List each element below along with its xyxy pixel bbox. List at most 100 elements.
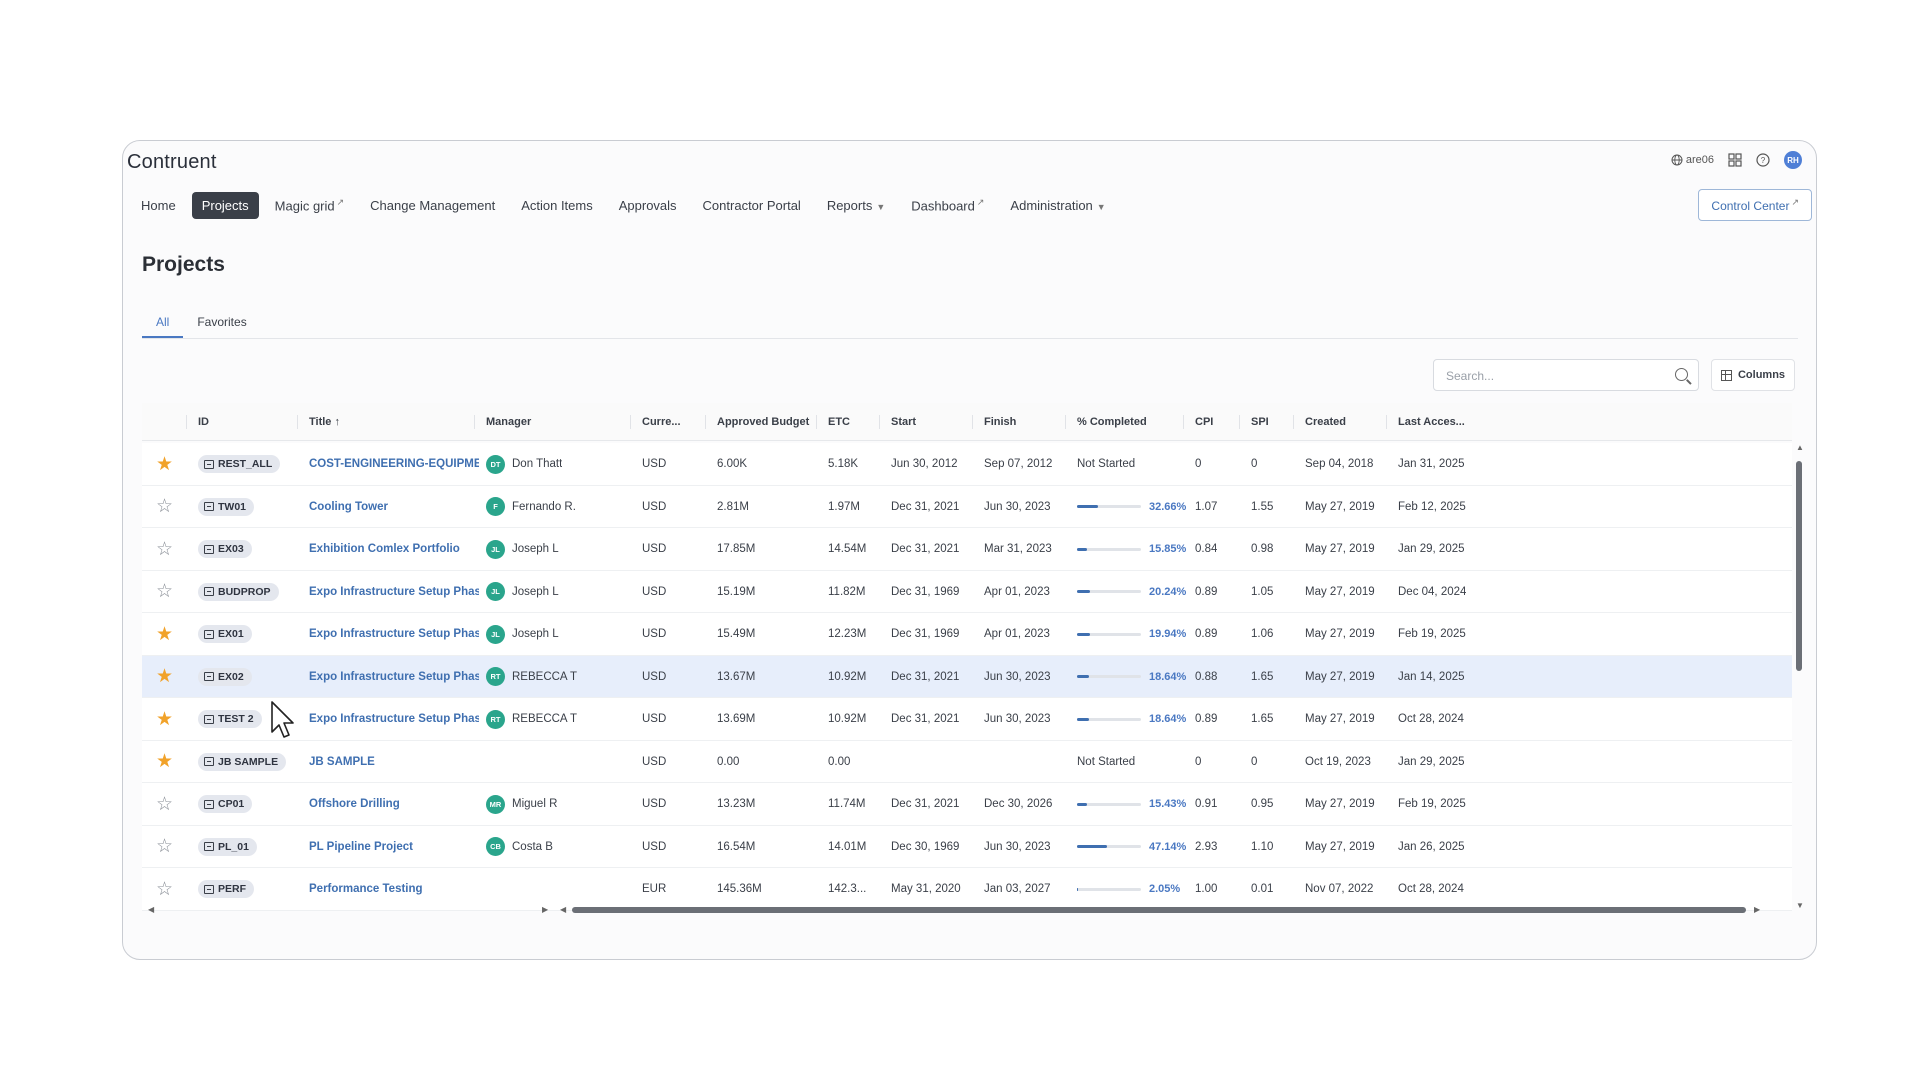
nav-item-change-management[interactable]: Change Management — [360, 192, 505, 219]
project-title-link[interactable]: Exhibition Comlex Portfolio — [309, 543, 460, 555]
project-id-badge[interactable]: EX02 — [198, 667, 252, 686]
vertical-scroll-thumb[interactable] — [1796, 461, 1802, 671]
column-header-12[interactable]: Last Acces... — [1398, 416, 1465, 428]
pinned-scroll-left-icon[interactable]: ◀ — [148, 905, 154, 914]
column-separator[interactable] — [186, 415, 187, 429]
column-separator[interactable] — [474, 415, 475, 429]
table-row[interactable]: ★ EX02 Expo Infrastructure Setup Phas... RT… — [142, 655, 1792, 698]
nav-item-home[interactable]: Home — [131, 192, 186, 219]
table-row[interactable]: ☆ BUDPROP Expo Infrastructure Setup Phas..… — [142, 570, 1792, 613]
project-title-link[interactable]: PL Pipeline Project — [309, 841, 413, 853]
column-header-0[interactable]: ID — [198, 416, 209, 428]
column-separator[interactable] — [879, 415, 880, 429]
control-center-button[interactable]: Control Center ↗ — [1698, 189, 1812, 221]
column-header-10[interactable]: SPI — [1251, 416, 1269, 428]
search-icon[interactable] — [1675, 368, 1688, 381]
nav-item-magic-grid[interactable]: Magic grid ↗ — [265, 191, 355, 219]
nav-item-dashboard[interactable]: Dashboard ↗ — [901, 191, 994, 219]
project-title-link[interactable]: Expo Infrastructure Setup Phas... — [309, 671, 479, 683]
column-header-8[interactable]: % Completed — [1077, 416, 1147, 428]
region-selector[interactable]: are06 — [1671, 154, 1714, 166]
tab-favorites[interactable]: Favorites — [183, 309, 260, 338]
project-id-badge[interactable]: JB SAMPLE — [198, 752, 287, 771]
nav-item-contractor-portal[interactable]: Contractor Portal — [693, 192, 811, 219]
star-filled-icon[interactable]: ★ — [156, 750, 173, 773]
project-id-badge[interactable]: REST_ALL — [198, 455, 281, 473]
columns-button[interactable]: Columns — [1711, 359, 1795, 391]
project-id-badge[interactable]: TEST 2 — [198, 710, 262, 728]
pinned-scroll-right-icon[interactable]: ▶ — [542, 905, 548, 914]
column-separator[interactable] — [816, 415, 817, 429]
search-input[interactable]: Search... — [1433, 359, 1699, 391]
table-row[interactable]: ★ REST_ALL COST-ENGINEERING-EQUIPME... DT Do… — [142, 443, 1792, 486]
horizontal-scroll-thumb[interactable] — [572, 907, 1746, 913]
project-title-link[interactable]: COST-ENGINEERING-EQUIPME... — [309, 458, 479, 470]
user-avatar[interactable]: RH — [1784, 151, 1802, 169]
tab-all[interactable]: All — [142, 309, 184, 338]
star-filled-icon[interactable]: ★ — [156, 665, 173, 688]
column-separator[interactable] — [297, 415, 298, 429]
column-separator[interactable] — [630, 415, 631, 429]
horizontal-scrollbar[interactable]: ◀ ▶ ◀ ▶ — [142, 903, 1800, 917]
column-separator[interactable] — [972, 415, 973, 429]
project-title-link[interactable]: Cooling Tower — [309, 501, 388, 513]
table-row[interactable]: ☆ EX03 Exhibition Comlex Portfolio JL Joseph… — [142, 528, 1792, 571]
project-id-badge[interactable]: PL_01 — [198, 837, 257, 856]
nav-item-action-items[interactable]: Action Items — [511, 192, 603, 219]
project-title-link[interactable]: Expo Infrastructure Setup Phas... — [309, 713, 479, 725]
help-icon[interactable]: ? — [1756, 153, 1770, 167]
star-outline-icon[interactable]: ☆ — [156, 878, 173, 901]
project-id-badge[interactable]: CP01 — [198, 795, 253, 813]
column-header-5[interactable]: ETC — [828, 416, 850, 428]
table-row[interactable]: ★ TEST 2 Expo Infrastructure Setup Phas...… — [142, 698, 1792, 741]
table-row[interactable]: ★ JB SAMPLE JB SAMPLE USD 0.00 0.00 Not Starte… — [142, 740, 1792, 783]
column-header-2[interactable]: Manager — [486, 416, 531, 428]
column-separator[interactable] — [1386, 415, 1387, 429]
scroll-up-icon[interactable]: ▲ — [1796, 443, 1804, 452]
sort-ascending-icon[interactable]: ↑ — [331, 416, 340, 428]
project-id-badge[interactable]: PERF — [198, 880, 255, 898]
column-separator[interactable] — [1239, 415, 1240, 429]
table-row[interactable]: ☆ CP01 Offshore Drilling MR Miguel R USD 13.23… — [142, 783, 1792, 826]
project-id-badge[interactable]: TW01 — [198, 497, 255, 516]
star-outline-icon[interactable]: ☆ — [156, 580, 173, 603]
star-outline-icon[interactable]: ☆ — [156, 793, 173, 816]
project-title-link[interactable]: JB SAMPLE — [309, 756, 375, 768]
project-id-badge[interactable]: BUDPROP — [198, 582, 279, 601]
app-logo[interactable]: Contruent — [127, 151, 217, 174]
column-separator[interactable] — [1065, 415, 1066, 429]
project-title-link[interactable]: Expo Infrastructure Setup Phas... — [309, 628, 479, 640]
vertical-scrollbar[interactable]: ▲ ▼ — [1796, 443, 1804, 913]
star-outline-icon[interactable]: ☆ — [156, 538, 173, 561]
column-header-11[interactable]: Created — [1305, 416, 1346, 428]
project-id-badge[interactable]: EX03 — [198, 540, 252, 558]
column-header-6[interactable]: Start — [891, 416, 916, 428]
column-separator[interactable] — [705, 415, 706, 429]
scroll-right-icon[interactable]: ▶ — [1754, 905, 1760, 914]
column-header-1[interactable]: Title ↑ — [309, 416, 340, 428]
table-row[interactable]: ☆ PL_01 PL Pipeline Project CB Costa B USD 16.… — [142, 825, 1792, 868]
apps-grid-icon[interactable] — [1728, 153, 1742, 167]
column-separator[interactable] — [1293, 415, 1294, 429]
project-title-link[interactable]: Offshore Drilling — [309, 798, 400, 810]
nav-item-projects[interactable]: Projects — [191, 191, 259, 219]
column-separator[interactable] — [1183, 415, 1184, 429]
star-filled-icon[interactable]: ★ — [156, 623, 173, 646]
nav-item-administration[interactable]: Administration ▼ — [1000, 192, 1115, 219]
nav-item-reports[interactable]: Reports ▼ — [817, 192, 895, 219]
star-outline-icon[interactable]: ☆ — [156, 835, 173, 858]
table-row[interactable]: ★ EX01 Expo Infrastructure Setup Phas... JL… — [142, 613, 1792, 656]
star-outline-icon[interactable]: ☆ — [156, 495, 173, 518]
column-header-7[interactable]: Finish — [984, 416, 1016, 428]
star-filled-icon[interactable]: ★ — [156, 708, 173, 731]
project-title-link[interactable]: Performance Testing — [309, 883, 423, 895]
column-header-9[interactable]: CPI — [1195, 416, 1213, 428]
star-filled-icon[interactable]: ★ — [156, 453, 173, 476]
project-title-link[interactable]: Expo Infrastructure Setup Phas... — [309, 586, 479, 598]
column-header-4[interactable]: Approved Budget — [717, 416, 809, 428]
column-header-3[interactable]: Curre... — [642, 416, 681, 428]
scroll-left-icon[interactable]: ◀ — [560, 905, 566, 914]
nav-item-approvals[interactable]: Approvals — [609, 192, 687, 219]
table-row[interactable]: ☆ TW01 Cooling Tower F Fernando R. USD 2.81M 1.… — [142, 485, 1792, 528]
project-id-badge[interactable]: EX01 — [198, 625, 252, 643]
